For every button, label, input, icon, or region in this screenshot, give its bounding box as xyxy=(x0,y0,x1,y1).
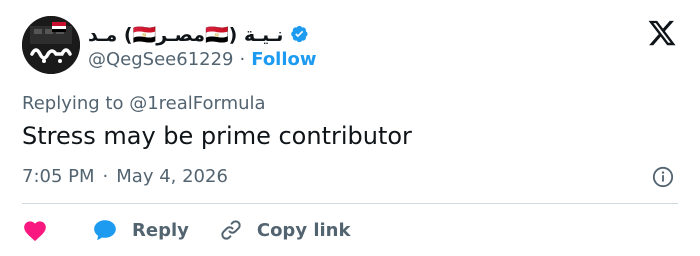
tweet-text: Stress may be prime contributor xyxy=(22,122,412,150)
replying-to-prefix: Replying to xyxy=(22,93,124,114)
avatar-logo-icon xyxy=(22,16,80,74)
copy-link-label: Copy link xyxy=(256,219,351,241)
x-logo-icon[interactable] xyxy=(646,18,678,48)
like-button[interactable] xyxy=(22,218,48,242)
author-handle[interactable]: @QegSee61229 xyxy=(88,49,234,70)
reply-bubble-icon xyxy=(92,218,118,242)
author-handle-row: @QegSee61229 · Follow xyxy=(88,47,317,71)
action-bar: Reply Copy link xyxy=(22,214,350,246)
avatar[interactable] xyxy=(22,16,80,74)
author-name-row: مـد (🇪🇬مصـر🇪🇬) نـيـة xyxy=(88,22,309,46)
replying-to-line: Replying to @1realFormula xyxy=(22,93,266,114)
info-icon[interactable] xyxy=(652,166,674,188)
tweet-time: 7:05 PM xyxy=(22,166,95,187)
tweet-card: مـد (🇪🇬مصـر🇪🇬) نـيـة @QegSee61229 · Foll… xyxy=(0,0,700,256)
divider xyxy=(22,203,678,204)
tweet-timestamp[interactable]: 7:05 PM · May 4, 2026 xyxy=(22,166,228,187)
timestamp-separator: · xyxy=(102,166,109,187)
follow-button[interactable]: Follow xyxy=(251,49,316,70)
heart-icon xyxy=(24,221,46,242)
tweet-date: May 4, 2026 xyxy=(116,166,228,187)
link-icon xyxy=(219,218,243,242)
verified-badge-icon xyxy=(289,24,309,44)
author-display-name[interactable]: مـد (🇪🇬مصـر🇪🇬) نـيـة xyxy=(88,23,283,46)
separator-dot: · xyxy=(239,48,246,70)
copy-link-button[interactable]: Copy link xyxy=(219,218,351,242)
replying-to-mention[interactable]: @1realFormula xyxy=(129,93,265,114)
reply-button[interactable]: Reply xyxy=(92,218,189,242)
reply-label: Reply xyxy=(132,219,189,241)
